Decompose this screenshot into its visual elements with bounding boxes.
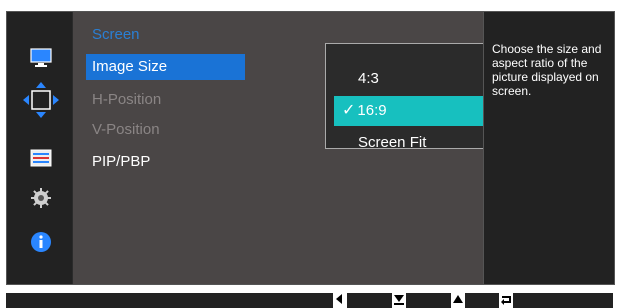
option-label: Screen Fit [358, 134, 427, 151]
menu-item-pip-pbp[interactable]: PIP/PBP [86, 149, 245, 175]
help-panel: Choose the size and aspect ratio of the … [483, 12, 614, 284]
menu-item-v-position[interactable]: V-Position [86, 117, 245, 143]
option-label: 4:3 [358, 70, 379, 87]
key-guide-bar [6, 293, 613, 308]
osd-window: Screen Image Size H-Position V-Position … [6, 11, 615, 285]
return-key-icon [499, 293, 513, 308]
category-icon-bar [7, 12, 72, 284]
settings-sliders-icon[interactable] [21, 140, 61, 176]
menu-item-h-position[interactable]: H-Position [86, 87, 245, 113]
checkmark-icon: ✓ [342, 102, 356, 119]
menu-item-image-size[interactable]: Image Size [86, 54, 245, 80]
option-label: 16:9 [357, 102, 387, 119]
info-icon[interactable] [21, 224, 61, 260]
menu-panel: Screen Image Size H-Position V-Position … [73, 12, 537, 284]
down-arrow-key-icon [392, 293, 406, 308]
up-arrow-key-icon [451, 293, 465, 308]
left-arrow-key-icon [333, 293, 347, 308]
menu-title: Screen [92, 26, 140, 43]
help-text: Choose the size and aspect ratio of the … [492, 42, 602, 98]
gear-icon[interactable] [21, 180, 61, 216]
position-arrows-icon[interactable] [15, 82, 67, 118]
monitor-icon[interactable] [21, 40, 61, 76]
